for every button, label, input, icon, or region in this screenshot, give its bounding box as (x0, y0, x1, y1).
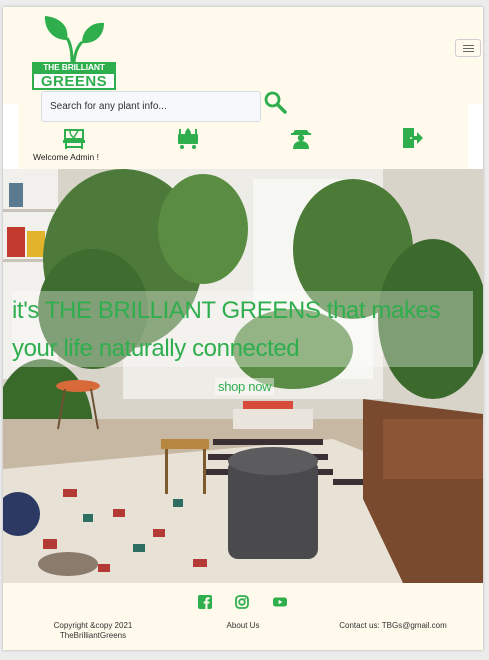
copyright-line-2: TheBrilliantGreens (59, 631, 127, 640)
plant-cart-icon[interactable] (176, 126, 200, 150)
brand-logo[interactable]: THE BRILLIANT GREENS (32, 16, 116, 90)
logout-icon[interactable] (400, 126, 424, 150)
site-header: THE BRILLIANT GREENS Search for any plan… (18, 7, 481, 169)
page: THE BRILLIANT GREENS Search for any plan… (3, 7, 483, 650)
logo-text-bottom: GREENS (32, 72, 116, 90)
gardener-icon[interactable] (289, 126, 313, 150)
menu-bar-icon (463, 45, 474, 46)
site-footer: Copyright &copy 2021 TheBrilliantGreens … (3, 583, 483, 650)
instagram-icon[interactable] (235, 595, 249, 609)
search-input[interactable] (41, 91, 261, 122)
logo-text-top: THE BRILLIANT (32, 62, 116, 72)
menu-bar-icon (463, 51, 474, 52)
hero-banner: it's THE BRILLIANT GREENS that makes you… (3, 169, 483, 583)
hero-tagline: it's THE BRILLIANT GREENS that makes you… (12, 297, 441, 362)
garden-bench-icon[interactable] (62, 126, 86, 150)
youtube-icon[interactable] (273, 595, 287, 609)
facebook-icon[interactable] (198, 595, 212, 609)
living-room-image (3, 169, 483, 583)
search-icon[interactable] (263, 90, 287, 114)
leaves-icon (44, 16, 104, 63)
copyright: Copyright &copy 2021 TheBrilliantGreens (43, 621, 143, 641)
shop-now-button[interactable]: shop now (215, 378, 275, 395)
contact-info: Contact us: TBGs@gmail.com (339, 621, 447, 630)
welcome-message: Welcome Admin ! (33, 152, 99, 162)
copyright-line-1: Copyright &copy 2021 (53, 621, 133, 630)
about-us-link[interactable]: About Us (213, 621, 273, 631)
menu-toggle-button[interactable] (455, 39, 481, 57)
menu-bar-icon (463, 48, 474, 49)
header-strip-left (3, 7, 18, 104)
